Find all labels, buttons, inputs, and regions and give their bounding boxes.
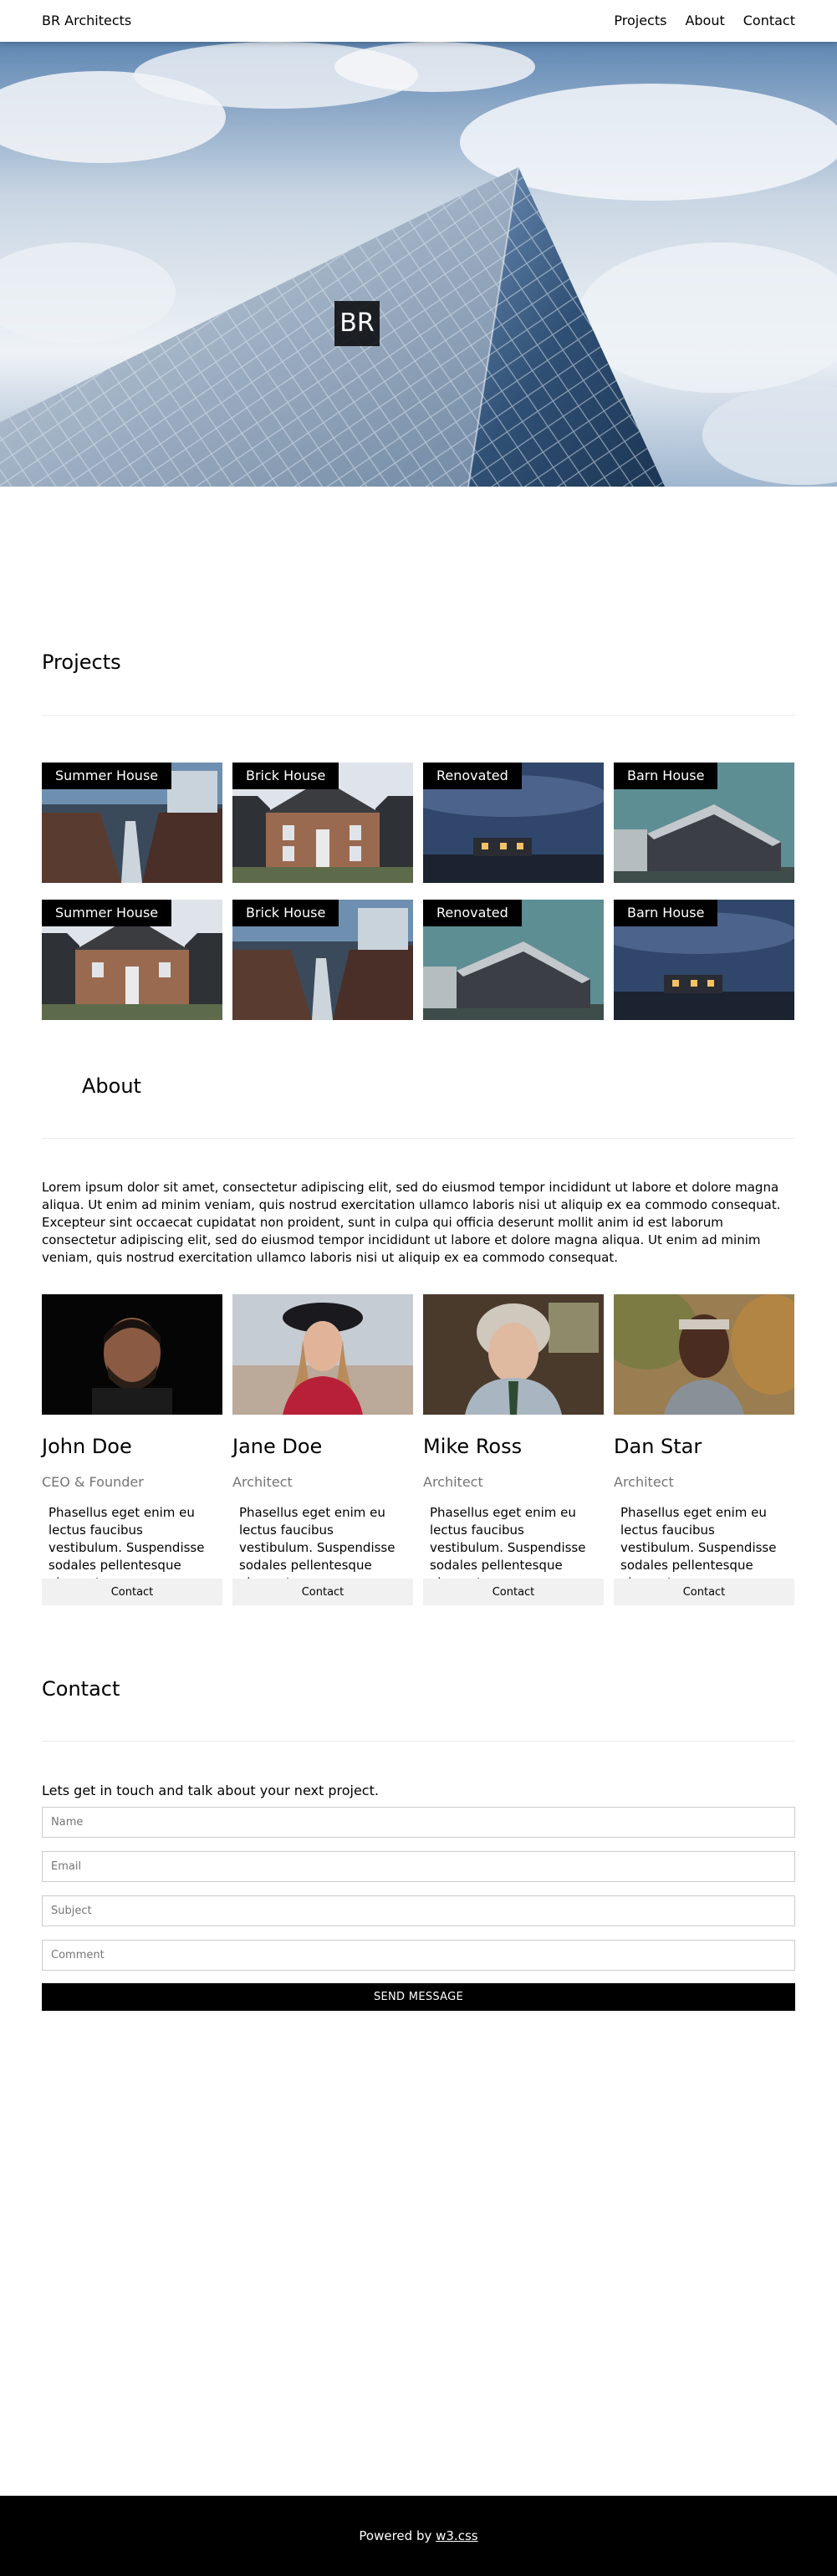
project-card[interactable]: Summer House [42,900,222,1020]
project-label: Renovated [423,763,522,789]
project-card[interactable]: Barn House [614,763,794,883]
member-name: Dan Star [614,1435,702,1458]
nav-links: Projects About Contact [614,13,795,28]
project-label: Barn House [614,900,718,926]
brand-link[interactable]: BR Architects [42,13,131,28]
avatar [232,1294,413,1415]
project-card[interactable]: Renovated [423,900,604,1020]
project-card[interactable]: Summer House [42,763,222,883]
contact-divider [42,1741,795,1742]
project-label: Brick House [232,900,339,926]
comment-field[interactable] [42,1940,795,1971]
hero-building-photo [0,42,837,487]
send-message-button[interactable]: SEND MESSAGE [42,1983,795,2011]
name-field[interactable] [42,1807,795,1838]
hero-logo-badge: BR [334,301,380,346]
project-label: Summer House [42,763,172,789]
member-name: John Doe [42,1435,132,1458]
contact-member-button[interactable]: Contact [614,1579,794,1605]
contact-member-button[interactable]: Contact [232,1579,413,1605]
project-label: Renovated [423,900,522,926]
top-navbar: BR Architects Projects About Contact [0,0,837,42]
project-card[interactable]: Brick House [232,763,413,883]
footer-text: Powered by w3.css [0,2496,837,2576]
member-name: Jane Doe [232,1435,323,1458]
project-label: Barn House [614,763,718,789]
email-field[interactable] [42,1851,795,1882]
member-role: Architect [232,1474,293,1490]
team-member-card: John Doe CEO & Founder Phasellus eget en… [42,1294,222,1605]
about-divider [42,1138,795,1139]
team-member-card: Mike Ross Architect Phasellus eget enim … [423,1294,604,1605]
about-paragraph: Lorem ipsum dolor sit amet, consectetur … [42,1180,781,1265]
hero-image: BR [0,42,837,487]
contact-heading: Contact [42,1677,120,1701]
contact-member-button[interactable]: Contact [42,1579,222,1605]
project-label: Summer House [42,900,172,926]
about-heading: About [82,1074,141,1098]
project-card[interactable]: Renovated [423,763,604,883]
project-card[interactable]: Barn House [614,900,794,1020]
contact-member-button[interactable]: Contact [423,1579,604,1605]
subject-field[interactable] [42,1895,795,1926]
footer-prefix: Powered by [359,2528,436,2543]
avatar [423,1294,604,1415]
team-member-card: Jane Doe Architect Phasellus eget enim e… [232,1294,413,1605]
avatar [614,1294,794,1415]
nav-link-projects[interactable]: Projects [614,13,666,28]
footer-link[interactable]: w3.css [436,2528,477,2543]
project-card[interactable]: Brick House [232,900,413,1020]
member-role: Architect [614,1474,674,1490]
avatar [42,1294,222,1415]
member-name: Mike Ross [423,1435,523,1458]
contact-intro: Lets get in touch and talk about your ne… [42,1783,379,1798]
nav-link-contact[interactable]: Contact [743,13,795,28]
team-member-card: Dan Star Architect Phasellus eget enim e… [614,1294,794,1605]
member-role: Architect [423,1474,483,1490]
projects-divider [42,715,795,716]
projects-heading: Projects [42,650,121,674]
project-label: Brick House [232,763,339,789]
footer: Powered by w3.css [0,2496,837,2576]
member-role: CEO & Founder [42,1474,144,1490]
nav-link-about[interactable]: About [685,13,724,28]
